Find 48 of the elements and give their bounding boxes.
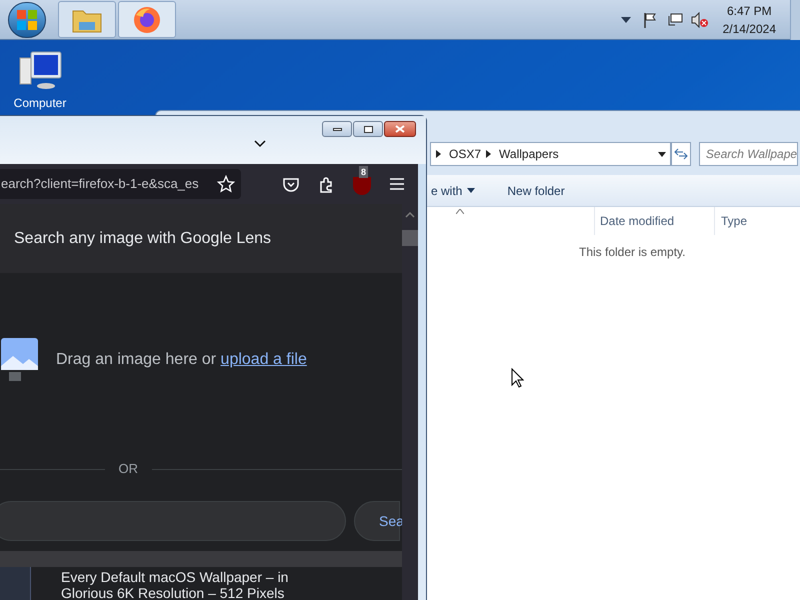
url-field[interactable]: earch?client=firefox-b-1-e&sca_es [0,169,241,199]
column-header[interactable]: Date modified [594,207,714,235]
column-header[interactable]: Type [714,207,800,235]
dropdown-caret-icon[interactable] [658,152,666,156]
minimize-button[interactable] [322,121,352,137]
clock-date: 2/14/2024 [722,20,776,38]
mouse-pointer-icon [511,368,524,388]
share-with-button[interactable]: e with [428,182,482,200]
result-title[interactable]: Glorious 6K Resolution – 512 Pixels [61,585,288,600]
close-icon [395,125,405,133]
breadcrumb-arrow-icon[interactable] [486,150,492,158]
empty-folder-message: This folder is empty. [579,244,686,261]
or-divider-label: OR [118,460,138,478]
caret-icon [467,188,476,193]
upload-file-link[interactable]: upload a file [220,351,307,368]
star-icon[interactable] [217,175,235,193]
start-button[interactable] [8,2,46,38]
menu-icon[interactable] [390,178,404,190]
flag-icon[interactable] [642,12,657,28]
search-field[interactable]: Search Wallpape [698,142,798,166]
sort-caret-icon [456,209,464,214]
clock-time: 6:47 PM [726,2,772,20]
image-icon [1,338,38,382]
speaker-muted-icon[interactable] [690,12,709,28]
extension-count-badge: 8 [359,166,368,178]
maximize-button[interactable] [353,121,383,137]
url-text: earch?client=firefox-b-1-e&sca_es [1,175,199,194]
close-button[interactable] [384,121,416,137]
tray-caret-icon[interactable] [620,16,631,22]
breadcrumb-item[interactable]: OSX7 [449,145,482,163]
firefox-logo-icon [132,4,162,34]
network-icon[interactable] [666,12,683,28]
result-title[interactable]: Every Default macOS Wallpaper – in [61,569,288,585]
breadcrumb-arrow-icon[interactable] [436,150,441,158]
breadcrumb-item[interactable]: Wallpapers [499,145,559,163]
pocket-icon[interactable] [283,176,299,192]
refresh-arrows-icon [674,148,688,160]
refresh-button[interactable] [671,142,691,166]
scrollbar-thumb[interactable] [402,230,418,246]
taskbar-firefox-button[interactable] [118,1,176,38]
chevron-down-icon[interactable] [254,140,266,148]
new-folder-button[interactable]: New folder [503,182,569,200]
drop-instruction: Drag an image here or upload a file [56,350,307,370]
windows-logo-icon [16,8,38,30]
puzzle-piece-icon[interactable] [319,176,335,192]
lens-title: Search any image with Google Lens [14,228,272,248]
desktop-icon-label[interactable]: Computer [14,94,66,112]
address-bar[interactable]: OSX7 Wallpapers [430,142,671,166]
